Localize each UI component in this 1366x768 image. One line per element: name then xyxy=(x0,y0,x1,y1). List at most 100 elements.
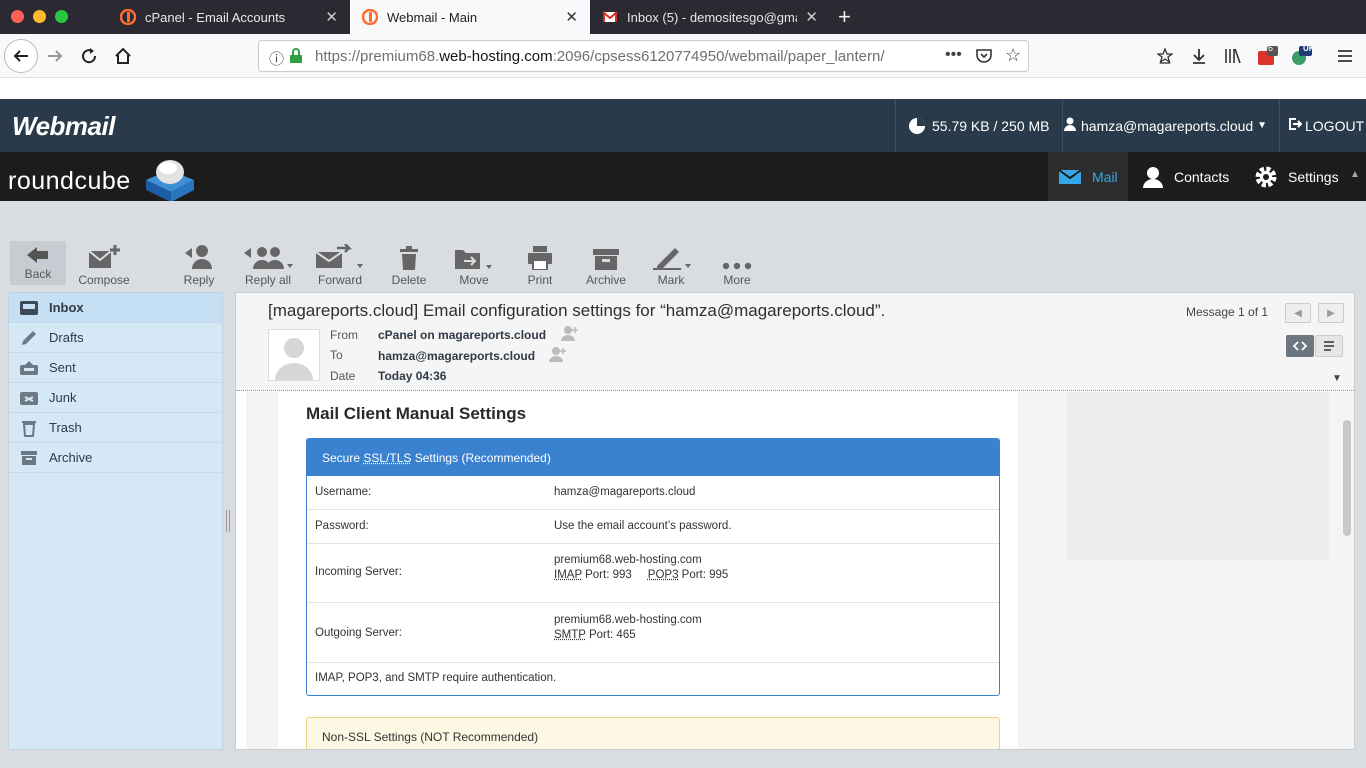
cpanel-icon xyxy=(362,9,378,25)
more-button[interactable]: More xyxy=(705,242,769,287)
logout-button[interactable]: LOGOUT xyxy=(1280,99,1366,152)
close-icon[interactable]: ✕ xyxy=(565,8,578,26)
home-button[interactable] xyxy=(108,41,138,71)
archive-icon xyxy=(19,450,39,466)
print-button[interactable]: Print xyxy=(508,242,572,287)
from-value[interactable]: cPanel on magareports.cloud xyxy=(378,328,546,342)
window-close-button[interactable] xyxy=(11,10,24,23)
browser-forward-button[interactable] xyxy=(40,41,70,71)
home-icon xyxy=(114,47,132,65)
nav-mail[interactable]: Mail xyxy=(1048,152,1128,201)
roundcube-logo[interactable]: roundcube xyxy=(8,167,131,196)
window-minimize-button[interactable] xyxy=(33,10,46,23)
browser-nav-bar: ⓘ https://premium68.web-hosting.com:2096… xyxy=(0,34,1366,78)
message-body: Mail Client Manual Settings Secure SSL/T… xyxy=(246,392,1354,750)
badge-count: 6 xyxy=(1268,43,1273,53)
extension-icon[interactable]: 6 xyxy=(1252,41,1282,71)
move-folder-icon xyxy=(442,242,506,270)
address-bar[interactable]: ⓘ https://premium68.web-hosting.com:2096… xyxy=(258,40,1029,72)
pocket-icon[interactable] xyxy=(975,48,993,68)
date-label: Date xyxy=(330,369,355,383)
to-value[interactable]: hamza@magareports.cloud xyxy=(378,349,535,363)
incoming-value: premium68.web-hosting.com IMAP Port: 993… xyxy=(554,553,728,583)
message-toolbar: Back Compose Reply Reply all Forward Del… xyxy=(0,201,1366,291)
quota-indicator: 55.79 KB / 250 MB xyxy=(895,99,1063,152)
ssl-settings-box: Secure SSL/TLS Settings (Recommended) Us… xyxy=(306,438,1000,696)
gmail-icon xyxy=(602,9,618,25)
folder-inbox[interactable]: Inbox xyxy=(9,293,222,323)
window-zoom-button[interactable] xyxy=(55,10,68,23)
nav-contacts[interactable]: Contacts xyxy=(1132,152,1239,201)
quota-text: 55.79 KB / 250 MB xyxy=(932,118,1050,134)
forward-button[interactable]: Forward xyxy=(308,242,372,287)
previous-message-button[interactable]: ◀ xyxy=(1285,303,1311,323)
html-view-button[interactable] xyxy=(1286,335,1314,357)
roundcube-bar: roundcube Mail Contacts Settings ▲ xyxy=(0,152,1366,201)
browser-back-button[interactable] xyxy=(4,39,38,73)
close-icon[interactable]: ✕ xyxy=(805,8,818,26)
junk-icon xyxy=(19,390,39,406)
archive-button[interactable]: Archive xyxy=(574,242,638,287)
info-icon[interactable]: ⓘ xyxy=(269,48,284,69)
folder-label: Sent xyxy=(49,360,76,375)
library-icon[interactable] xyxy=(1218,41,1248,71)
delete-button[interactable]: Delete xyxy=(377,242,441,287)
arrow-left-icon xyxy=(12,47,30,65)
message-subject: [magareports.cloud] Email configuration … xyxy=(268,301,885,321)
password-row: Password: Use the email account’s passwo… xyxy=(307,510,999,544)
header-expand-icon[interactable]: ▼ xyxy=(1332,373,1342,384)
more-label: More xyxy=(723,273,750,287)
menu-icon[interactable] xyxy=(1330,41,1360,71)
reply-all-button[interactable]: Reply all xyxy=(236,242,300,287)
user-icon xyxy=(1064,117,1076,134)
close-icon[interactable]: ✕ xyxy=(325,8,338,26)
pane-splitter[interactable] xyxy=(226,510,230,532)
trash-icon xyxy=(377,242,441,270)
add-contact-icon[interactable] xyxy=(549,346,567,365)
tab-title: cPanel - Email Accounts xyxy=(145,10,317,25)
folder-sent[interactable]: Sent xyxy=(9,353,222,383)
tab-gmail-inbox[interactable]: Inbox (5) - demositesgo@gmail ✕ xyxy=(590,0,830,34)
reload-button[interactable] xyxy=(74,41,104,71)
from-label: From xyxy=(330,328,358,342)
mark-button[interactable]: Mark xyxy=(639,242,703,287)
tab-webmail-main[interactable]: Webmail - Main ✕ xyxy=(350,0,590,34)
date-value: Today 04:36 xyxy=(378,369,446,383)
username-label: Username: xyxy=(315,486,371,498)
folder-drafts[interactable]: Drafts xyxy=(9,323,222,353)
folder-archive[interactable]: Archive xyxy=(9,443,222,473)
auth-note: IMAP, POP3, and SMTP require authenticat… xyxy=(315,672,556,684)
download-icon[interactable] xyxy=(1184,41,1214,71)
reply-all-label: Reply all xyxy=(245,273,291,287)
cpanel-icon xyxy=(120,9,136,25)
folder-junk[interactable]: Junk xyxy=(9,383,222,413)
folder-trash[interactable]: Trash xyxy=(9,413,222,443)
nav-mail-label: Mail xyxy=(1092,169,1118,185)
next-message-button[interactable]: ▶ xyxy=(1318,303,1344,323)
plain-text-view-button[interactable] xyxy=(1315,335,1343,357)
vpn-extension-icon[interactable]: UK xyxy=(1286,41,1316,71)
more-actions-icon[interactable]: ••• xyxy=(945,46,962,64)
caret-down-icon: ▼ xyxy=(1257,120,1267,131)
back-button[interactable]: Back xyxy=(10,241,66,285)
nav-settings[interactable]: Settings xyxy=(1244,152,1349,201)
user-menu[interactable]: hamza@magareports.cloud ▼ xyxy=(1052,99,1280,152)
print-label: Print xyxy=(528,273,553,287)
bookmarks-icon[interactable] xyxy=(1150,41,1180,71)
back-label: Back xyxy=(25,267,52,281)
add-contact-icon[interactable] xyxy=(561,325,579,344)
message-view: [magareports.cloud] Email configuration … xyxy=(235,292,1355,750)
compose-button[interactable]: Compose xyxy=(72,242,136,287)
logout-label: LOGOUT xyxy=(1305,118,1364,134)
more-dots-icon xyxy=(705,242,769,270)
webmail-logo[interactable]: Webmail xyxy=(12,111,115,142)
collapse-arrow-icon[interactable]: ▲ xyxy=(1350,169,1360,180)
tab-cpanel-email-accounts[interactable]: cPanel - Email Accounts ✕ xyxy=(108,0,350,34)
message-scrollbar[interactable] xyxy=(1343,420,1351,536)
reply-button[interactable]: Reply xyxy=(167,242,231,287)
bookmark-star-icon[interactable]: ☆ xyxy=(1005,45,1021,66)
new-tab-button[interactable]: + xyxy=(838,4,851,30)
move-button[interactable]: Move xyxy=(442,242,506,287)
webmail-header: Webmail 55.79 KB / 250 MB hamza@magarepo… xyxy=(0,99,1366,152)
browser-tab-bar: cPanel - Email Accounts ✕ Webmail - Main… xyxy=(0,0,1366,34)
